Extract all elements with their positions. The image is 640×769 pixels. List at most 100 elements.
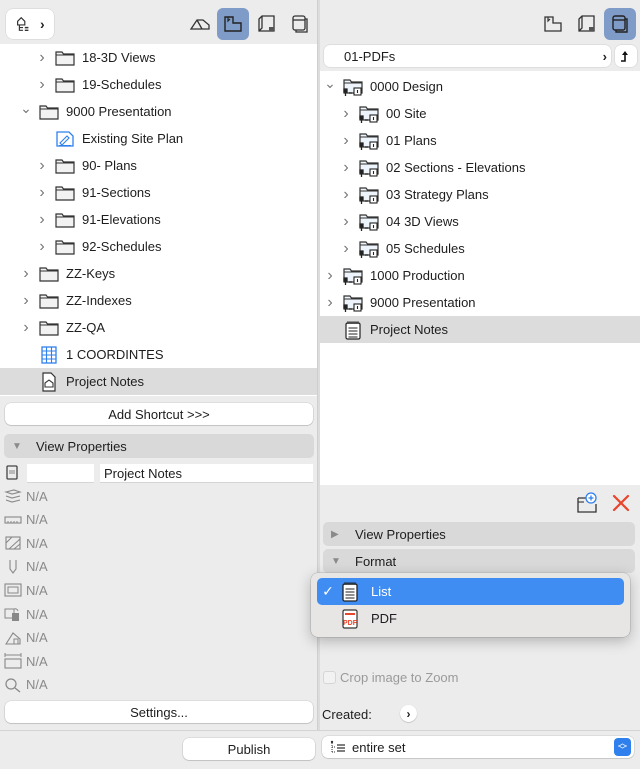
- tree-row[interactable]: › ZZ-QA: [0, 314, 317, 341]
- delete-button[interactable]: [611, 493, 631, 513]
- disclosure-collapsed-icon[interactable]: ›: [340, 159, 352, 176]
- go-up-button[interactable]: [615, 45, 637, 67]
- disclosure-collapsed-icon[interactable]: ›: [36, 238, 48, 255]
- tree-row-label: 91-Sections: [82, 185, 151, 200]
- layout-book-tab[interactable]: [250, 8, 282, 40]
- new-folder-button[interactable]: [576, 492, 598, 514]
- arrow-up-icon: [621, 51, 628, 62]
- tree-row[interactable]: › ZZ-Keys: [0, 260, 317, 287]
- tree-row[interactable]: › 19-Schedules: [0, 71, 317, 98]
- folder-icon: [54, 237, 76, 257]
- disclosure-collapsed-icon[interactable]: ›: [340, 240, 352, 257]
- tree-row-label: Project Notes: [370, 322, 449, 337]
- publisher-sets-tab[interactable]: [284, 8, 316, 40]
- tree-row[interactable]: › 00 Site: [320, 100, 640, 127]
- tree-row[interactable]: › 91-Sections: [0, 179, 317, 206]
- disclosure-collapsed-icon[interactable]: ›: [36, 49, 48, 66]
- right-publisher-sets-tab[interactable]: [604, 8, 636, 40]
- disclosure-collapsed-icon[interactable]: ›: [340, 132, 352, 149]
- tree-row-label: 04 3D Views: [386, 214, 459, 229]
- chevron-right-icon: ›: [406, 706, 411, 721]
- disclosure-collapsed-icon[interactable]: ›: [36, 184, 48, 201]
- format-header[interactable]: ▼ Format: [323, 549, 635, 573]
- created-info-button[interactable]: ›: [400, 705, 417, 722]
- view-id-icon: [5, 465, 19, 481]
- tree-row[interactable]: › 03 Strategy Plans: [320, 181, 640, 208]
- tree-row-label: ZZ-QA: [66, 320, 105, 335]
- disclosure-collapsed-icon[interactable]: ›: [340, 213, 352, 230]
- publish-button[interactable]: Publish: [183, 738, 315, 760]
- publisher-set-path-field[interactable]: 01-PDFs ›: [324, 45, 611, 67]
- project-map-tab[interactable]: [184, 8, 216, 40]
- tree-row[interactable]: › 04 3D Views: [320, 208, 640, 235]
- tree-row-label: 0000 Design: [370, 79, 443, 94]
- schedule-grid-icon: [38, 345, 60, 365]
- view-map-tab[interactable]: [217, 8, 249, 40]
- publisher-sets-icon: [292, 15, 308, 33]
- tree-row[interactable]: Project Notes: [0, 368, 317, 395]
- disclosure-collapsed-icon[interactable]: ›: [340, 105, 352, 122]
- tree-row-label: 05 Schedules: [386, 241, 465, 256]
- disclosure-collapsed-icon[interactable]: ›: [20, 319, 32, 336]
- view-property-row: N/A: [4, 532, 48, 554]
- scale-icon: [4, 512, 22, 528]
- publisher-folder-icon: [358, 239, 380, 259]
- tree-row[interactable]: › 90- Plans: [0, 152, 317, 179]
- settings-button[interactable]: Settings...: [5, 701, 313, 723]
- tree-row[interactable]: › 1000 Production: [320, 262, 640, 289]
- view-properties-header[interactable]: ▼ View Properties: [4, 434, 314, 458]
- publisher-folder-icon: [342, 293, 364, 313]
- disclosure-collapsed-icon[interactable]: ›: [324, 294, 336, 311]
- format-option-label: PDF: [371, 611, 397, 626]
- tree-row-label: 90- Plans: [82, 158, 137, 173]
- view-property-row: N/A: [4, 627, 48, 649]
- navigator-popup-button[interactable]: ›: [6, 9, 54, 39]
- crop-image-checkbox[interactable]: [323, 671, 336, 684]
- view-property-row: N/A: [4, 509, 48, 531]
- disclosure-collapsed-icon[interactable]: ›: [20, 292, 32, 309]
- tree-row[interactable]: ⌄ 9000 Presentation: [0, 98, 317, 125]
- right-view-map-tab[interactable]: [537, 8, 569, 40]
- tree-row-label: ZZ-Keys: [66, 266, 116, 281]
- disclosure-expanded-icon[interactable]: ⌄: [324, 75, 336, 91]
- tree-row[interactable]: › 9000 Presentation: [320, 289, 640, 316]
- disclosure-collapsed-icon[interactable]: ›: [36, 157, 48, 174]
- tree-row[interactable]: › ZZ-Indexes: [0, 287, 317, 314]
- close-icon: [612, 494, 630, 512]
- renovation-filter-icon: [4, 630, 22, 646]
- format-option-list[interactable]: ✓ List: [317, 578, 624, 605]
- view-property-row: N/A: [4, 579, 48, 601]
- left-navigator-pane: › › 18-3D Views › 19-Schedules ⌄ 9000 Present…: [0, 0, 317, 769]
- tree-row[interactable]: 1 COORDINTES: [0, 341, 317, 368]
- add-shortcut-button[interactable]: Add Shortcut >>>: [5, 403, 313, 425]
- tree-row[interactable]: › 05 Schedules: [320, 235, 640, 262]
- tree-row[interactable]: › 92-Schedules: [0, 233, 317, 260]
- tree-row[interactable]: ⌄ 0000 Design: [320, 73, 640, 100]
- view-name-field[interactable]: Project Notes: [100, 464, 313, 483]
- tree-row[interactable]: Existing Site Plan: [0, 125, 317, 152]
- right-toolbar: [320, 0, 640, 44]
- disclosure-collapsed-icon[interactable]: ›: [36, 211, 48, 228]
- format-option-pdf[interactable]: PDF PDF: [317, 605, 624, 632]
- publisher-folder-icon: [358, 185, 380, 205]
- disclosure-collapsed-icon[interactable]: ›: [36, 76, 48, 93]
- view-id-field[interactable]: [27, 464, 94, 483]
- disclosure-down-icon: ▼: [12, 440, 22, 452]
- tree-row[interactable]: › 18-3D Views: [0, 44, 317, 71]
- disclosure-collapsed-icon[interactable]: ›: [20, 265, 32, 282]
- right-view-properties-header[interactable]: ▶ View Properties: [323, 522, 635, 546]
- tree-row[interactable]: › 01 Plans: [320, 127, 640, 154]
- tree-row[interactable]: › 91-Elevations: [0, 206, 317, 233]
- disclosure-expanded-icon[interactable]: ⌄: [20, 100, 32, 116]
- tree-row[interactable]: › 02 Sections - Elevations: [320, 154, 640, 181]
- tree-row[interactable]: Project Notes: [320, 316, 640, 343]
- tree-row-label: 91-Elevations: [82, 212, 161, 227]
- publisher-folder-icon: [342, 266, 364, 286]
- disclosure-collapsed-icon[interactable]: ›: [340, 186, 352, 203]
- view-property-row: N/A: [4, 603, 48, 625]
- right-layout-book-tab[interactable]: [570, 8, 602, 40]
- disclosure-collapsed-icon[interactable]: ›: [324, 267, 336, 284]
- publish-scope-select[interactable]: entire set ︿ ﹀: [322, 736, 634, 758]
